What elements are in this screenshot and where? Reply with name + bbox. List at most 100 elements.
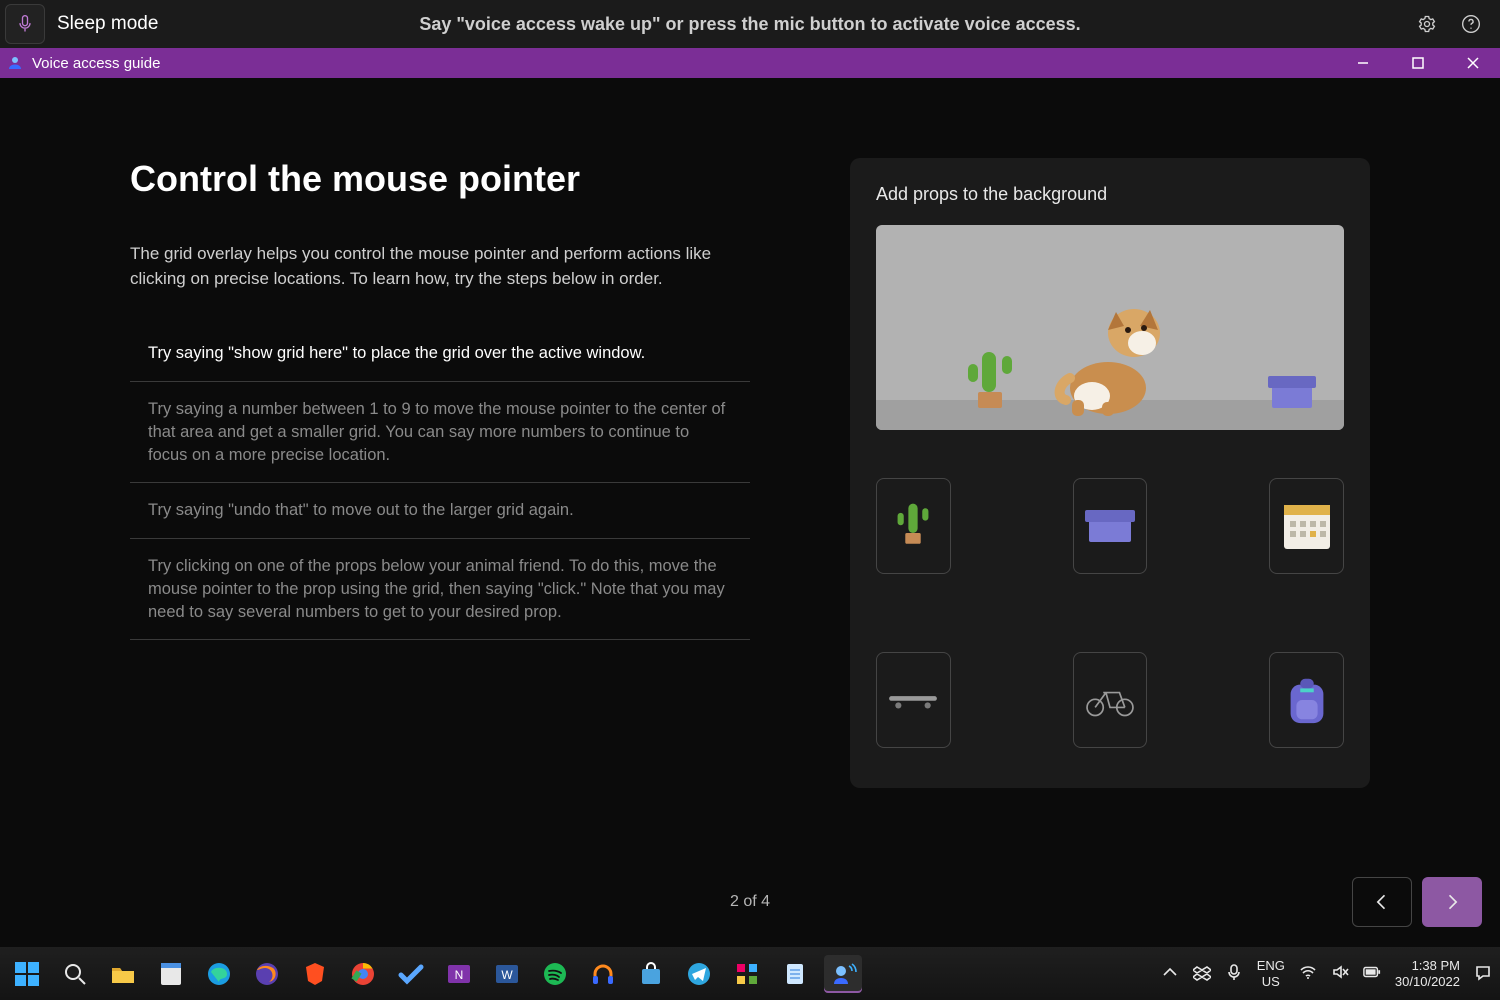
taskbar-word[interactable]: W [488,955,526,993]
grid-icon [733,960,761,988]
taskbar-onenote[interactable]: N [440,955,478,993]
lang-top: ENG [1257,958,1285,974]
brave-icon [301,960,329,988]
chevron-up-icon [1161,963,1179,981]
taskbar: N W ENG US 1:38 PM 30/10/2022 [0,947,1500,1000]
mic-button[interactable] [5,4,45,44]
taskbar-brave[interactable] [296,955,334,993]
backpack-icon [1280,673,1334,727]
wifi-icon [1299,963,1317,981]
tray-volume[interactable] [1331,963,1349,984]
taskbar-todo[interactable] [392,955,430,993]
taskbar-app-1[interactable] [152,955,190,993]
help-button[interactable] [1460,13,1482,35]
step-item: Try saying "undo that" to move out to th… [130,483,750,539]
tray-notifications[interactable] [1474,963,1492,984]
prop-box[interactable] [1073,478,1148,574]
minimize-icon [1356,56,1370,70]
close-icon [1466,56,1480,70]
taskbar-spotify[interactable] [536,955,574,993]
prop-cactus[interactable] [876,478,951,574]
telegram-icon [685,960,713,988]
date: 30/10/2022 [1395,974,1460,990]
taskbar-chrome[interactable] [344,955,382,993]
step-item: Try saying "show grid here" to place the… [130,326,750,382]
settings-button[interactable] [1416,13,1438,35]
steps-list: Try saying "show grid here" to place the… [130,325,750,640]
app-icon [4,52,26,74]
taskbar-audacity[interactable] [584,955,622,993]
next-page-button[interactable] [1422,877,1482,927]
props-grid [876,430,1344,770]
tray-battery[interactable] [1363,963,1381,984]
app-icon [157,960,185,988]
bag-icon [637,960,665,988]
microphone-icon [15,14,35,34]
tray-dropbox[interactable] [1193,963,1211,984]
firefox-icon [253,960,281,988]
svg-text:N: N [455,968,464,982]
instructions-column: Control the mouse pointer The grid overl… [130,158,750,947]
file-explorer[interactable] [104,955,142,993]
language-indicator[interactable]: ENG US [1257,958,1285,989]
voice-access-bar: Sleep mode Say "voice access wake up" or… [0,0,1500,48]
page-title: Control the mouse pointer [130,158,750,200]
folder-icon [109,960,137,988]
bicycle-icon [1083,673,1137,727]
notification-icon [1474,963,1492,981]
taskbar-edge[interactable] [200,955,238,993]
close-button[interactable] [1445,48,1500,78]
minimize-button[interactable] [1335,48,1390,78]
prop-bicycle[interactable] [1073,652,1148,748]
taskbar-telegram[interactable] [680,955,718,993]
maximize-icon [1411,56,1425,70]
chevron-right-icon [1442,892,1462,912]
word-icon: W [493,960,521,988]
cactus-icon [886,499,940,553]
prop-backpack[interactable] [1269,652,1344,748]
windows-icon [13,960,41,988]
lang-bottom: US [1257,974,1285,990]
prop-calendar[interactable] [1269,478,1344,574]
app-body: Control the mouse pointer The grid overl… [0,78,1500,947]
edge-icon [205,960,233,988]
props-panel: Add props to the background [850,158,1370,788]
gear-icon [1417,14,1437,34]
tray-mic[interactable] [1225,963,1243,984]
voice-hint-text: Say "voice access wake up" or press the … [419,14,1080,35]
clock[interactable]: 1:38 PM 30/10/2022 [1395,958,1460,989]
page-intro: The grid overlay helps you control the m… [130,242,730,291]
notepad-icon [781,960,809,988]
chrome-icon [349,960,377,988]
tray-wifi[interactable] [1299,963,1317,984]
search-button[interactable] [56,955,94,993]
start-button[interactable] [8,955,46,993]
panel-title: Add props to the background [876,184,1344,205]
maximize-button[interactable] [1390,48,1445,78]
window-title-bar: Voice access guide [0,48,1500,78]
spotify-icon [541,960,569,988]
prev-page-button[interactable] [1352,877,1412,927]
taskbar-powertoys[interactable] [728,955,766,993]
battery-icon [1363,963,1381,981]
headphones-icon [589,960,617,988]
voice-mode-label: Sleep mode [57,13,158,35]
volume-mute-icon [1331,963,1349,981]
taskbar-store[interactable] [632,955,670,993]
dog-illustration [1046,288,1166,418]
page-navigation: 2 of 4 [0,875,1500,929]
prop-skateboard[interactable] [876,652,951,748]
step-item: Try saying a number between 1 to 9 to mo… [130,382,750,483]
calendar-icon [1280,499,1334,553]
taskbar-firefox[interactable] [248,955,286,993]
box-icon [1083,499,1137,553]
search-icon [61,960,89,988]
stage-preview [876,225,1344,430]
dropbox-icon [1193,963,1211,981]
cactus-illustration [968,342,1016,412]
tray-overflow[interactable] [1161,963,1179,984]
taskbar-notepad[interactable] [776,955,814,993]
help-icon [1461,14,1481,34]
microphone-icon [1225,963,1243,981]
taskbar-voice-access[interactable] [824,955,862,993]
